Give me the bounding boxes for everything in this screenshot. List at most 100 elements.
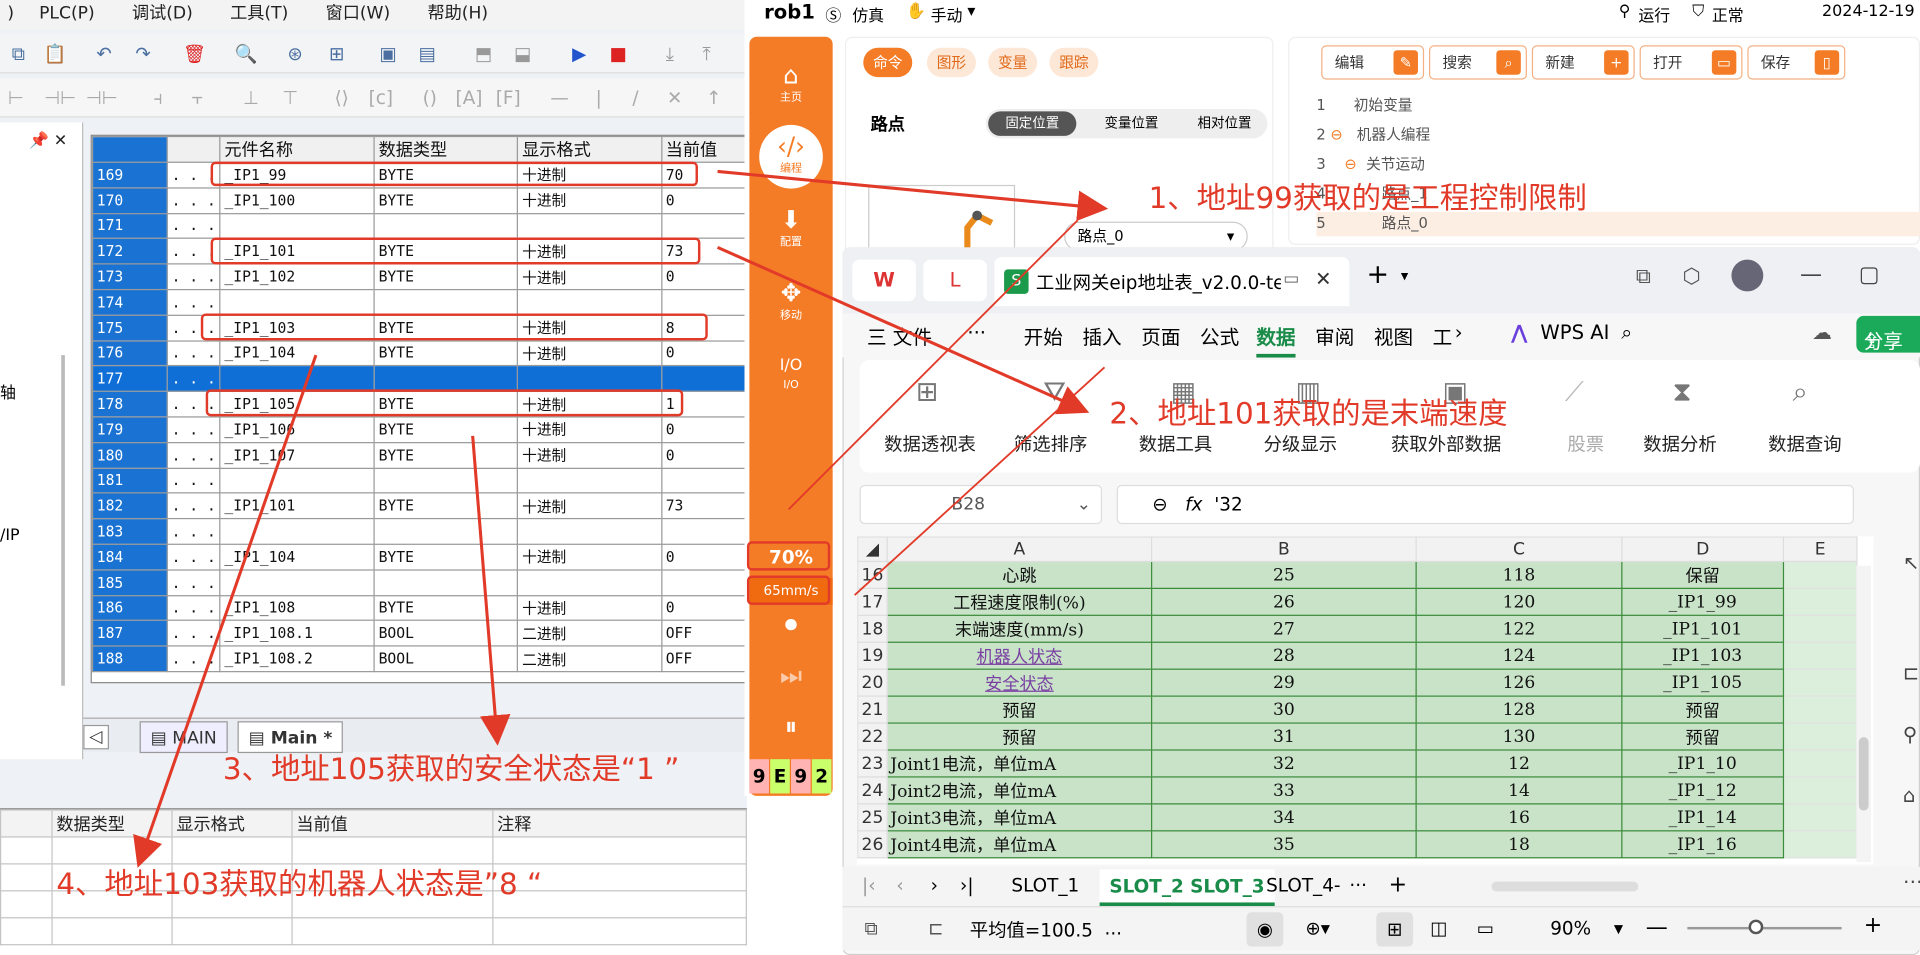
cell-b[interactable]: 30 [1151, 695, 1417, 724]
cell-b[interactable]: 27 [1151, 614, 1417, 643]
maximize-icon[interactable]: ▢ [1859, 262, 1880, 288]
cell-c[interactable]: 118 [1415, 560, 1623, 589]
cell-d[interactable]: _IP1_99 [1621, 587, 1785, 616]
cube-icon[interactable]: ⬡ [1682, 264, 1700, 288]
zoom-out-icon[interactable]: — [1646, 915, 1668, 941]
cell-e[interactable] [1782, 641, 1858, 670]
delete-icon[interactable]: 🗑 [181, 42, 208, 66]
wps-logo-icon[interactable]: W [852, 259, 916, 302]
sim-label[interactable]: 仿真 [852, 2, 884, 25]
network-icon[interactable]: ⊞ [323, 42, 350, 66]
grid-row[interactable]: 183. . . [91, 518, 746, 545]
first-sheet-icon[interactable]: |‹ [862, 874, 876, 896]
up-icon[interactable]: ↑ [700, 86, 727, 110]
doc-tab[interactable]: S 工业网关eip地址表_v2.0.0-ter ▭ ✕ [994, 257, 1350, 307]
new-tab-icon[interactable]: + [1367, 260, 1390, 291]
cell-a[interactable]: Joint3电流，单位mA [886, 803, 1153, 832]
pulse-icon[interactable]: ⊤ [277, 86, 304, 110]
row-header[interactable]: 24 [857, 776, 888, 805]
cell-d[interactable]: _IP1_103 [1621, 641, 1785, 670]
redo-icon[interactable]: ↷ [130, 42, 157, 66]
cell-b[interactable]: 28 [1151, 641, 1417, 670]
zoom-level[interactable]: 90% [1550, 917, 1591, 939]
cell-c[interactable]: 16 [1415, 803, 1623, 832]
add-sheet-icon[interactable]: + [1389, 872, 1407, 898]
row-header[interactable]: 16 [857, 560, 888, 589]
cell-c[interactable]: 122 [1415, 614, 1623, 643]
cell-e[interactable] [1782, 587, 1858, 616]
coil-icon[interactable]: [c] [367, 86, 394, 110]
tree-row[interactable]: 1 初始变量 [1316, 94, 1412, 115]
scroll-thumb[interactable] [1858, 737, 1869, 811]
last-sheet-icon[interactable]: ›| [960, 874, 974, 896]
close-icon[interactable]: ✕ [54, 132, 67, 150]
monitor-icon[interactable]: ⊛ [282, 42, 309, 66]
watch-cell[interactable] [0, 836, 53, 865]
col-header-a[interactable]: A [886, 536, 1153, 563]
sidebar-item-home[interactable]: ⌂ 主页 [749, 61, 832, 104]
sheet-vscroll[interactable] [1856, 565, 1872, 863]
cell-d[interactable]: _IP1_14 [1621, 803, 1785, 832]
page-view-icon[interactable]: ◫ [1430, 917, 1447, 939]
ribbon-data-query[interactable]: 数据查询 [1768, 431, 1841, 457]
chevron-down-icon[interactable]: ▾ [967, 2, 975, 20]
col-header-b[interactable]: B [1151, 536, 1417, 563]
cell-ref-box[interactable]: B28 ⌄ [859, 484, 1103, 525]
cross-icon[interactable]: ✕ [661, 86, 688, 110]
cell-e[interactable] [1782, 695, 1858, 724]
row-header[interactable]: 19 [857, 641, 888, 670]
cell-d[interactable]: 预留 [1621, 695, 1785, 724]
grid-row[interactable]: 188. . . _IP1_108.2 BOOL 二进制 OFF [91, 645, 746, 673]
ribbon-filter-sort[interactable]: 筛选排序 [1014, 431, 1087, 457]
more-sheets-icon[interactable]: ··· [1349, 874, 1367, 896]
cell-b[interactable]: 34 [1151, 803, 1417, 832]
cell-b[interactable]: 31 [1151, 722, 1417, 751]
sidebar-item-config[interactable]: ⬇ 配置 [749, 206, 832, 249]
cell-d[interactable]: _IP1_10 [1621, 749, 1785, 778]
more-icon[interactable]: ⋯ [1903, 869, 1920, 892]
page-break-icon[interactable]: ▭ [1477, 917, 1494, 939]
cell-a[interactable]: 安全状态 [886, 668, 1153, 697]
grid-row[interactable]: 181. . . [91, 467, 746, 494]
grid-row[interactable]: 180. . . _IP1_107 BYTE 十进制 0 [91, 441, 746, 469]
undo-icon[interactable]: ↶ [91, 42, 118, 66]
ribbon-data-tools[interactable]: 数据工具 [1139, 431, 1212, 457]
copy-icon[interactable]: ⧉ [5, 42, 32, 66]
watch-cell[interactable] [492, 917, 747, 946]
cell-b[interactable]: 29 [1151, 668, 1417, 697]
row-header[interactable]: 26 [857, 830, 888, 859]
cell-c[interactable]: 126 [1415, 668, 1623, 697]
ladder-icon[interactable]: ⊢ [2, 86, 29, 110]
paste-icon[interactable]: 📋 [42, 42, 69, 66]
col-header-c[interactable]: C [1415, 536, 1623, 563]
search-icon[interactable]: ⌕ [1621, 321, 1632, 345]
cell-c[interactable]: 14 [1415, 776, 1623, 805]
watch-cell[interactable] [0, 890, 53, 919]
cell-d[interactable]: 保留 [1621, 560, 1785, 589]
ribbon-stock[interactable]: 股票 [1567, 431, 1604, 457]
menu-help[interactable]: 帮助(H) [427, 0, 488, 27]
menu-formula[interactable]: 公式 [1200, 321, 1239, 350]
normal-view-icon[interactable]: ⊞ [1376, 912, 1414, 947]
menu-file[interactable]: 三 文件 [867, 321, 932, 350]
menu-page[interactable]: 页面 [1141, 321, 1180, 350]
pdf-icon[interactable]: ᒪ [923, 259, 987, 302]
sheet-hscroll[interactable] [1491, 881, 1639, 892]
cell-e[interactable] [1782, 830, 1858, 859]
stop-icon[interactable]: ■ [605, 42, 632, 66]
row-header[interactable]: 23 [857, 749, 888, 778]
avatar[interactable] [1731, 259, 1764, 292]
watch-cell[interactable] [291, 917, 494, 946]
grid-row[interactable]: 171. . . [91, 212, 746, 240]
slash-icon[interactable]: / [622, 86, 649, 110]
cell-e[interactable] [1782, 560, 1858, 589]
sheet-tab-slot4[interactable]: SLOT_4- [1266, 874, 1340, 896]
new-button[interactable]: 新建 + [1531, 45, 1635, 80]
menu-view[interactable]: 视图 [1374, 321, 1413, 350]
eye-icon[interactable]: ◉ [1246, 912, 1284, 947]
wps-ai-button[interactable]: WPS AI [1540, 321, 1609, 344]
function-icon[interactable]: [F] [495, 86, 522, 110]
cell-d[interactable]: _IP1_101 [1621, 614, 1785, 643]
function-icon[interactable]: [A] [456, 86, 483, 110]
cell-b[interactable]: 25 [1151, 560, 1417, 589]
